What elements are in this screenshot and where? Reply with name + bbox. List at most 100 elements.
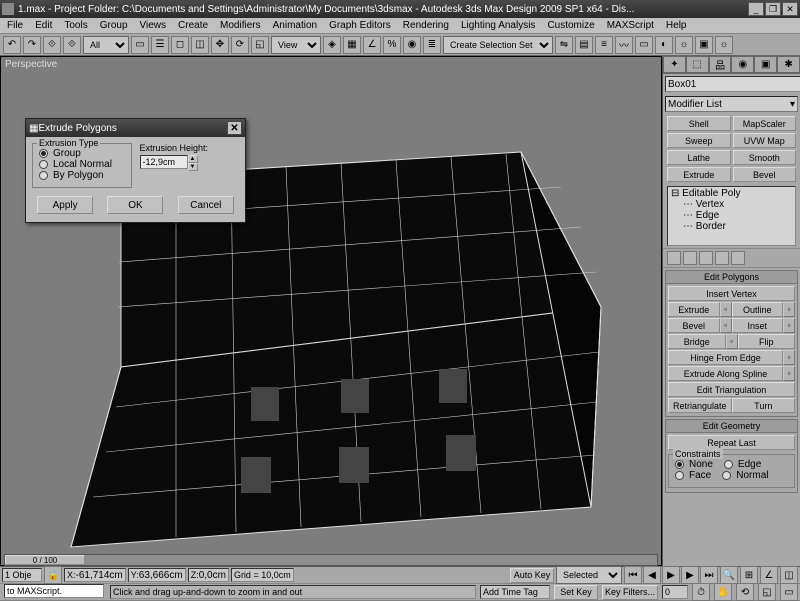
radio-local-normal[interactable] [39, 160, 48, 169]
modifier-stack[interactable]: ⊟ Editable Poly ⋯ Vertex ⋯ Edge ⋯ Border [667, 186, 796, 246]
move-button[interactable]: ✥ [211, 36, 229, 54]
mod-mapscaler[interactable]: MapScaler [733, 116, 797, 131]
menu-customize[interactable]: Customize [542, 19, 599, 32]
btn-insert-vertex[interactable]: Insert Vertex [668, 286, 795, 301]
mod-lathe[interactable]: Lathe [667, 150, 731, 165]
percent-snap-button[interactable]: % [383, 36, 401, 54]
nav-orbit-icon[interactable]: ⟲ [736, 583, 754, 601]
quick-render-button[interactable]: ☼ [715, 36, 733, 54]
rect-select-button[interactable]: ◻ [171, 36, 189, 54]
stack-show-icon[interactable] [683, 251, 697, 265]
radio-normal[interactable] [722, 471, 731, 480]
radio-by-polygon[interactable] [39, 171, 48, 180]
selection-set-dropdown[interactable]: Create Selection Set [443, 36, 553, 54]
btn-retriangulate[interactable]: Retriangulate [668, 398, 732, 413]
stack-pin-icon[interactable] [667, 251, 681, 265]
mod-extrude[interactable]: Extrude [667, 167, 731, 182]
mod-bevel[interactable]: Bevel [733, 167, 797, 182]
mirror-button[interactable]: ⇋ [555, 36, 573, 54]
btn-inset[interactable]: Inset [732, 318, 784, 333]
nav-mintoggle-icon[interactable]: ▭ [780, 583, 798, 601]
menu-modifiers[interactable]: Modifiers [215, 19, 266, 32]
stack-remove-icon[interactable] [715, 251, 729, 265]
time-slider[interactable]: 0 / 100 [4, 554, 658, 566]
tab-hierarchy[interactable]: 品 [709, 56, 732, 73]
menu-rendering[interactable]: Rendering [398, 19, 454, 32]
btn-extrude-spline-settings[interactable]: ▫ [783, 366, 795, 381]
curve-editor-button[interactable]: 〰 [615, 36, 633, 54]
select-name-button[interactable]: ☰ [151, 36, 169, 54]
btn-edit-tri[interactable]: Edit Triangulation [668, 382, 795, 397]
angle-snap-button[interactable]: ∠ [363, 36, 381, 54]
restore-button[interactable]: ❐ [765, 2, 781, 16]
btn-outline-settings[interactable]: ▫ [783, 302, 795, 317]
btn-inset-settings[interactable]: ▫ [783, 318, 795, 333]
key-filters-button[interactable]: Key Filters... [602, 585, 658, 600]
radio-face[interactable] [675, 471, 684, 480]
window-crossing-button[interactable]: ◫ [191, 36, 209, 54]
object-name-field[interactable] [665, 76, 800, 92]
coord-z[interactable]: Z:0,0cm [188, 568, 229, 582]
menu-file[interactable]: File [2, 19, 28, 32]
btn-outline[interactable]: Outline [732, 302, 784, 317]
modifier-list-dropdown[interactable]: Modifier List▾ [665, 96, 798, 112]
align-button[interactable]: ▤ [575, 36, 593, 54]
extrusion-height-spinner[interactable]: ▲▼ [140, 155, 240, 171]
select-button[interactable]: ▭ [131, 36, 149, 54]
spinner-snap-button[interactable]: ◉ [403, 36, 421, 54]
btn-hinge-settings[interactable]: ▫ [783, 350, 795, 365]
btn-repeat-last[interactable]: Repeat Last [668, 435, 795, 450]
goto-start-button[interactable]: ⏮ [624, 566, 642, 584]
dialog-ok-button[interactable]: OK [107, 196, 163, 214]
menu-edit[interactable]: Edit [30, 19, 57, 32]
menu-animation[interactable]: Animation [268, 19, 322, 32]
mod-sweep[interactable]: Sweep [667, 133, 731, 148]
extrusion-height-input[interactable] [140, 155, 188, 169]
rollout-edit-geometry[interactable]: Edit Geometry [665, 419, 798, 433]
add-time-tag[interactable]: Add Time Tag [480, 585, 550, 599]
mod-smooth[interactable]: Smooth [733, 150, 797, 165]
btn-extrude-spline[interactable]: Extrude Along Spline [668, 366, 783, 381]
coord-x[interactable]: X:-61,714cm [64, 568, 126, 582]
current-frame-field[interactable]: 0 [662, 585, 688, 599]
spinner-down[interactable]: ▼ [188, 163, 198, 171]
time-slider-handle[interactable]: 0 / 100 [5, 555, 85, 565]
btn-bevel[interactable]: Bevel [668, 318, 720, 333]
minimize-button[interactable]: _ [748, 2, 764, 16]
btn-extrude-settings[interactable]: ▫ [720, 302, 732, 317]
tab-display[interactable]: ▣ [754, 56, 777, 73]
nav-region-icon[interactable]: ◫ [780, 566, 798, 584]
menu-lighting[interactable]: Lighting Analysis [456, 19, 541, 32]
menu-graph[interactable]: Graph Editors [324, 19, 396, 32]
scale-button[interactable]: ◱ [251, 36, 269, 54]
mod-uvwmap[interactable]: UVW Map [733, 133, 797, 148]
dialog-close-button[interactable]: ✕ [227, 121, 242, 135]
btn-bridge[interactable]: Bridge [668, 334, 726, 349]
material-button[interactable]: ◐ [655, 36, 673, 54]
radio-group[interactable] [39, 149, 48, 158]
render-setup-button[interactable]: ☼ [675, 36, 693, 54]
unlink-button[interactable]: ⟐ [63, 36, 81, 54]
btn-hinge[interactable]: Hinge From Edge [668, 350, 783, 365]
redo-button[interactable]: ↷ [23, 36, 41, 54]
coord-y[interactable]: Y:63,666cm [128, 568, 186, 582]
stack-unique-icon[interactable] [699, 251, 713, 265]
tab-modify[interactable]: ⬚ [686, 56, 709, 73]
btn-turn[interactable]: Turn [732, 398, 796, 413]
close-window-button[interactable]: ✕ [782, 2, 798, 16]
btn-bridge-settings[interactable]: ▫ [726, 334, 738, 349]
link-button[interactable]: ⟐ [43, 36, 61, 54]
layers-button[interactable]: ≡ [595, 36, 613, 54]
auto-key-button[interactable]: Auto Key [510, 568, 554, 583]
nav-pan-icon[interactable]: ✋ [714, 583, 732, 601]
menu-help[interactable]: Help [661, 19, 692, 32]
schematic-button[interactable]: ▭ [635, 36, 653, 54]
spinner-up[interactable]: ▲ [188, 155, 198, 163]
dialog-apply-button[interactable]: Apply [37, 196, 93, 214]
stack-config-icon[interactable] [731, 251, 745, 265]
nav-fov-icon[interactable]: ∠ [760, 566, 778, 584]
lock-selection-icon[interactable]: 🔒 [44, 566, 62, 584]
nav-zoomall-icon[interactable]: ⊞ [740, 566, 758, 584]
key-mode-dropdown[interactable]: Selected [556, 566, 622, 584]
menu-tools[interactable]: Tools [59, 19, 92, 32]
